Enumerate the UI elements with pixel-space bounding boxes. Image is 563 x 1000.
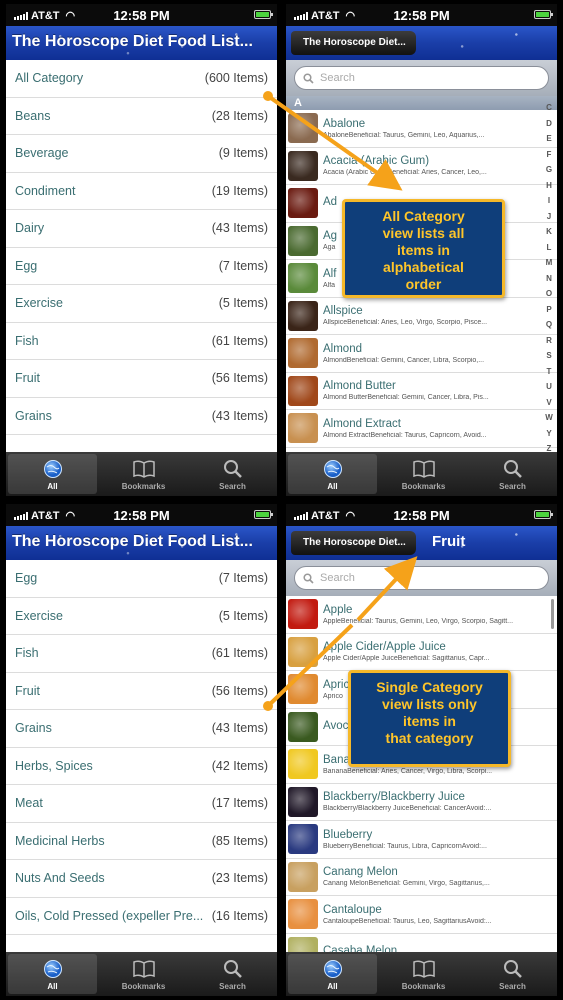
callout-line: items in (397, 242, 450, 258)
callout-line: view lists all (382, 225, 465, 241)
callout-line: order (405, 276, 442, 292)
callout-line: Single Category (376, 679, 483, 695)
arrow1-line (266, 94, 403, 191)
callout-single-category: Single Category view lists only items in… (348, 670, 511, 767)
callout-all-category: All Category view lists all items in alp… (342, 199, 505, 298)
callout-line: alphabetical (383, 259, 464, 275)
composite-screenshot: AT&T ◠ 12:58 PM The Horoscope Diet Food L… (0, 0, 563, 1000)
arrow2-line-b (356, 556, 418, 622)
annotation-arrows (263, 91, 418, 711)
callout-line: items in (403, 713, 456, 729)
callout-line: that category (385, 730, 474, 746)
arrow2-line (266, 623, 354, 708)
callout-line: view lists only (382, 696, 477, 712)
callout-line: All Category (382, 208, 465, 224)
